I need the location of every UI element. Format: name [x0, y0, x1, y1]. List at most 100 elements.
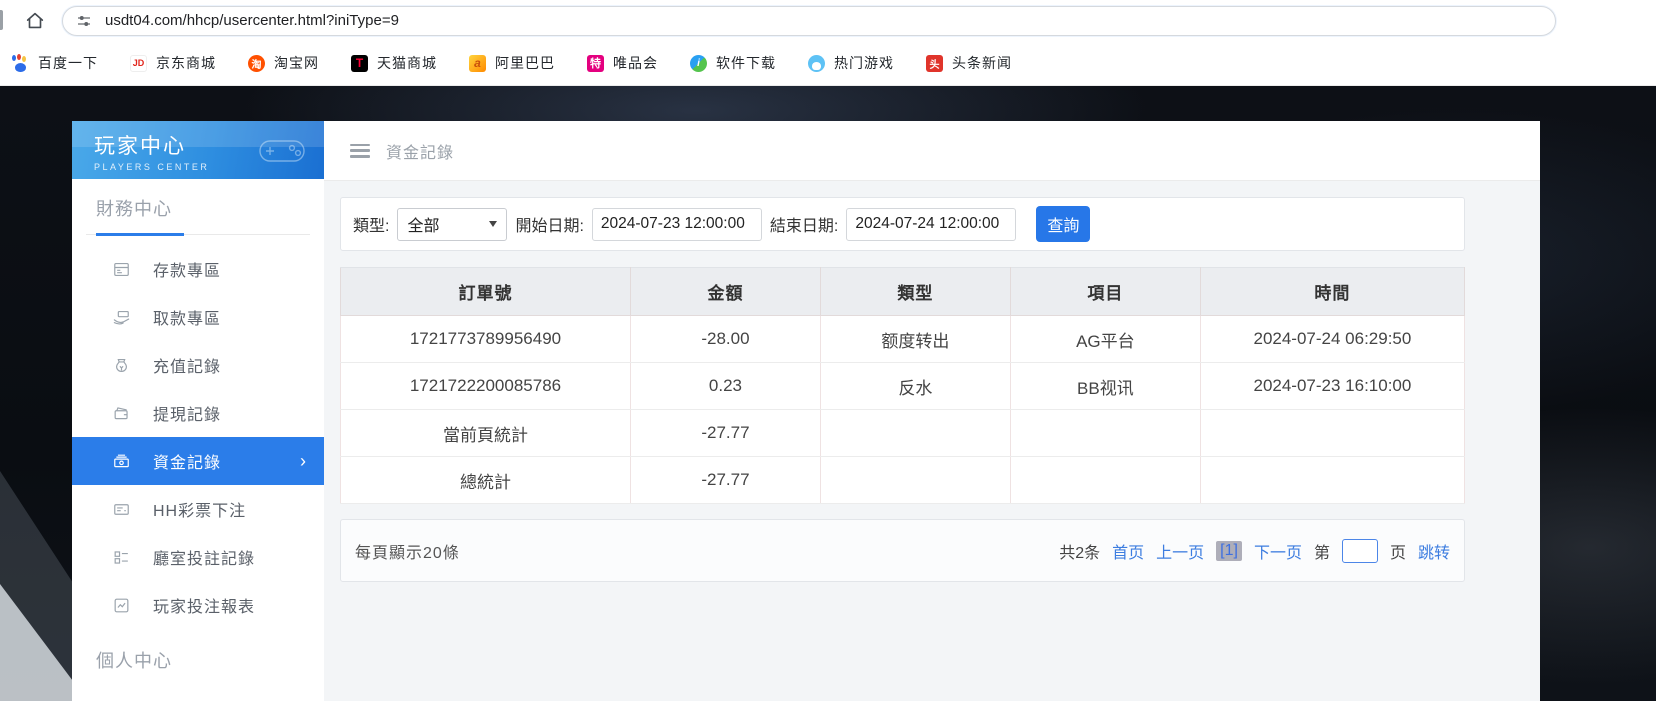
sidebar-item-hall-bet-record[interactable]: 廳室投註記錄 [72, 533, 324, 581]
page-jump-input[interactable] [1342, 539, 1378, 563]
bookmark-jd[interactable]: JD 京东商城 [130, 53, 216, 73]
cell-time: 2024-07-24 06:29:50 [1200, 316, 1464, 363]
toutiao-favicon: 头 [926, 55, 943, 72]
cell-time: 2024-07-23 16:10:00 [1200, 363, 1464, 410]
tmall-favicon: T [351, 55, 368, 72]
start-date-label: 開始日期: [515, 212, 583, 236]
cell-order-no: 1721722200085786 [341, 363, 631, 410]
games-favicon [808, 55, 825, 72]
taobao-favicon: 淘 [248, 55, 265, 72]
bookmark-tmall[interactable]: T 天猫商城 [351, 53, 437, 73]
pagination-controls: 共2条 首页 上一页 [1] 下一页 第 页 跳转 [1059, 539, 1450, 563]
sidebar-item-label: 取款專區 [153, 305, 221, 329]
section-accent-bar [96, 233, 184, 236]
page-title: 資金記錄 [386, 139, 454, 163]
bookmark-alibaba[interactable]: a 阿里巴巴 [469, 53, 555, 73]
section-title: 財務中心 [96, 199, 172, 219]
filter-bar: 類型: 全部 開始日期: 結束日期: 查詢 [340, 197, 1465, 251]
content-body: 類型: 全部 開始日期: 結束日期: 查詢 訂單號 金額 [324, 181, 1540, 701]
sidebar-item-hh-lottery-bet[interactable]: HH彩票下注 [72, 485, 324, 533]
alibaba-favicon: a [469, 55, 486, 72]
cell-item: BB视讯 [1010, 363, 1200, 410]
menu-toggle-icon[interactable] [350, 144, 370, 158]
prev-page-link[interactable]: 上一页 [1156, 539, 1204, 563]
sidebar-item-label: 存款專區 [153, 257, 221, 281]
cell-amount: -27.77 [630, 410, 820, 457]
section-finance-center: 財務中心 [86, 179, 310, 235]
vip-favicon: 特 [587, 55, 604, 72]
column-header-type: 類型 [820, 268, 1010, 316]
sidebar-item-recharge-record[interactable]: 充值記錄 [72, 341, 324, 389]
cell-empty [1010, 457, 1200, 504]
sidebar-item-deposit-zone[interactable]: 存款專區 [72, 245, 324, 293]
column-header-order-no: 訂單號 [341, 268, 631, 316]
bookmark-label: 京东商城 [156, 53, 216, 73]
pagination-bar: 每頁顯示20條 共2条 首页 上一页 [1] 下一页 第 页 跳转 [340, 519, 1465, 582]
jump-go-link[interactable]: 跳转 [1418, 539, 1450, 563]
sidebar-item-label: HH彩票下注 [153, 497, 246, 521]
column-header-amount: 金額 [630, 268, 820, 316]
type-label: 類型: [353, 212, 389, 236]
cell-type: 反水 [820, 363, 1010, 410]
url-bar[interactable]: usdt04.com/hhcp/usercenter.html?iniType=… [62, 6, 1556, 36]
browser-toolbar: usdt04.com/hhcp/usercenter.html?iniType=… [0, 0, 1656, 41]
bookmark-games[interactable]: 热门游戏 [808, 53, 894, 73]
cell-type: 额度转出 [820, 316, 1010, 363]
deposit-icon [112, 260, 131, 279]
bookmark-taobao[interactable]: 淘 淘宝网 [248, 53, 319, 73]
cell-empty [820, 410, 1010, 457]
bookmark-label: 头条新闻 [952, 53, 1012, 73]
jump-prefix-label: 第 [1314, 539, 1330, 563]
current-page-indicator: [1] [1216, 541, 1242, 561]
sidebar-item-withdraw-zone[interactable]: 取款專區 [72, 293, 324, 341]
bookmark-label: 软件下载 [716, 53, 776, 73]
next-page-link[interactable]: 下一页 [1254, 539, 1302, 563]
sidebar-item-label: 提現記錄 [153, 401, 221, 425]
site-info-icon[interactable] [75, 11, 95, 31]
end-date-label: 結束日期: [770, 212, 838, 236]
player-bet-report-icon [112, 596, 131, 615]
cell-item: AG平台 [1010, 316, 1200, 363]
cell-empty [1200, 410, 1464, 457]
lottery-bet-icon [112, 500, 131, 519]
withdrawal-record-icon [112, 404, 131, 423]
bookmark-software[interactable]: i 软件下载 [690, 53, 776, 73]
cell-empty [1200, 457, 1464, 504]
section-title: 個人中心 [96, 651, 172, 671]
sidebar-item-label: 資金記錄 [153, 449, 221, 473]
chevron-right-icon: › [300, 452, 306, 470]
select-caret-icon [489, 221, 497, 227]
cell-empty [1010, 410, 1200, 457]
sidebar-item-funds-record[interactable]: 資金記錄 › [72, 437, 324, 485]
total-count: 共2条 [1059, 539, 1100, 563]
end-date-input[interactable] [846, 208, 1016, 241]
bookmark-label: 百度一下 [38, 53, 98, 73]
window-edge-fragment [0, 10, 3, 30]
sidebar: 玩家中心 PLAYERS CENTER 財務中心 存款專區 [72, 121, 324, 701]
cell-amount: 0.23 [630, 363, 820, 410]
type-select[interactable]: 全部 [397, 208, 507, 241]
sidebar-header: 玩家中心 PLAYERS CENTER [72, 121, 324, 179]
bookmark-toutiao[interactable]: 头 头条新闻 [926, 53, 1012, 73]
cell-label: 當前頁統計 [341, 410, 631, 457]
hall-bet-record-icon [112, 548, 131, 567]
section-personal-center: 個人中心 [86, 635, 310, 685]
bookmark-vip[interactable]: 特 唯品会 [587, 53, 658, 73]
bookmarks-bar: 百度一下 JD 京东商城 淘 淘宝网 T 天猫商城 a 阿里巴巴 特 唯品会 i… [0, 41, 1656, 86]
sidebar-item-player-bet-report[interactable]: 玩家投注報表 [72, 581, 324, 629]
url-text: usdt04.com/hhcp/usercenter.html?iniType=… [105, 12, 399, 29]
cell-amount: -27.77 [630, 457, 820, 504]
sidebar-item-withdrawal-record[interactable]: 提現記錄 [72, 389, 324, 437]
first-page-link[interactable]: 首页 [1112, 539, 1144, 563]
bookmark-baidu[interactable]: 百度一下 [12, 53, 98, 73]
home-icon [24, 10, 46, 32]
home-button[interactable] [18, 4, 52, 38]
start-date-input[interactable] [592, 208, 762, 241]
jump-suffix-label: 页 [1390, 539, 1406, 563]
search-button[interactable]: 查詢 [1036, 206, 1090, 242]
table-row: 1721773789956490 -28.00 额度转出 AG平台 2024-0… [341, 316, 1465, 363]
sidebar-item-label: 玩家投注報表 [153, 593, 255, 617]
cell-empty [820, 457, 1010, 504]
bookmark-label: 天猫商城 [377, 53, 437, 73]
column-header-item: 項目 [1010, 268, 1200, 316]
